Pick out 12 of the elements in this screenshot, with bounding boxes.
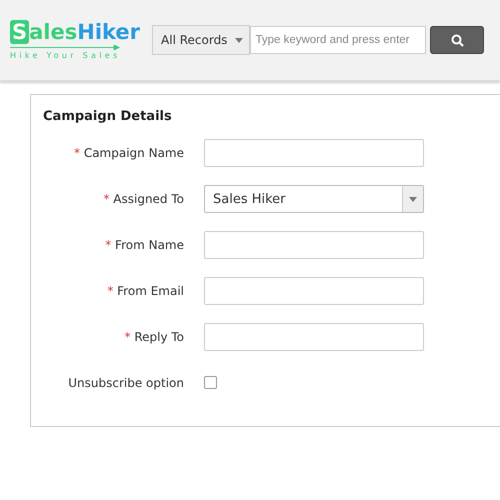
field-label: * From Name (104, 238, 184, 252)
field-label: * Assigned To (102, 192, 184, 206)
field-label: * Reply To (123, 330, 184, 344)
field-label: * From Email (106, 284, 184, 298)
assigned-to-dropdown[interactable]: Sales Hiker (204, 185, 424, 213)
search-field[interactable]: Type keyword and press enter (250, 26, 426, 54)
logo: S alesHiker (10, 20, 140, 44)
section-title: Campaign Details (43, 109, 173, 124)
records-dropdown[interactable]: All Records (152, 25, 250, 55)
field-label: Unsubscribe option (67, 376, 184, 390)
field-label: * Campaign Name (73, 146, 184, 160)
logo-tagline: Hike Your Sales (10, 51, 122, 60)
